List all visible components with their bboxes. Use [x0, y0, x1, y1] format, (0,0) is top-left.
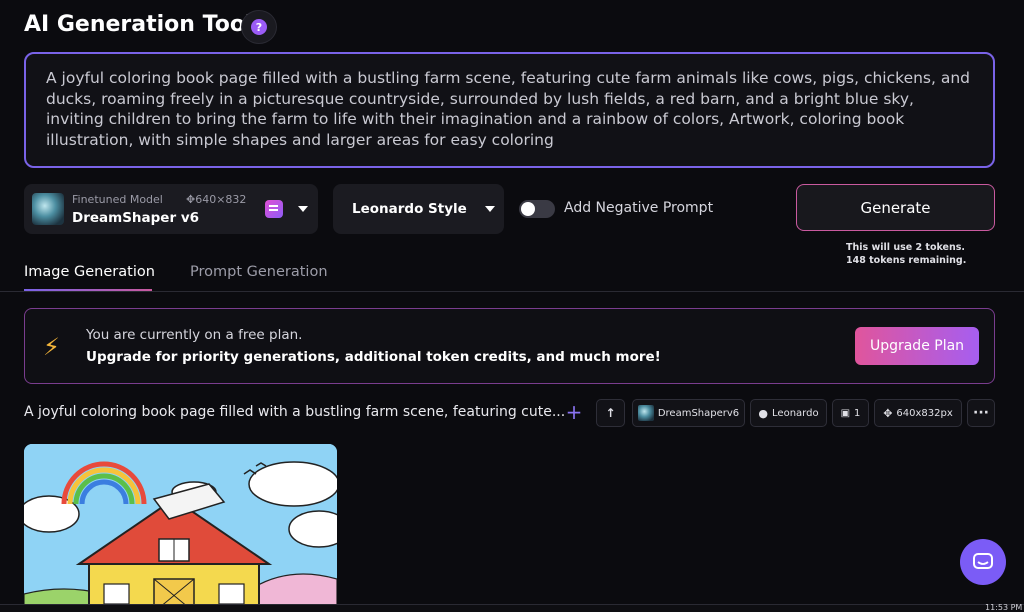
tab-image-generation[interactable]: Image Generation: [24, 264, 155, 280]
banner-upgrade-text: Upgrade for priority generations, additi…: [86, 349, 661, 365]
model-details-icon[interactable]: [265, 200, 283, 218]
question-icon: ?: [251, 19, 267, 35]
plus-icon[interactable]: +: [565, 401, 583, 423]
model-thumbnail: [32, 193, 64, 225]
negative-prompt-label: Add Negative Prompt: [564, 200, 714, 216]
more-options-button[interactable]: ···: [967, 399, 995, 427]
style-chip[interactable]: ● Leonardo: [750, 399, 827, 427]
negative-prompt-toggle[interactable]: [519, 200, 555, 218]
os-taskbar: [0, 604, 1024, 612]
size-chip-label: 640x832px: [896, 407, 953, 419]
tokens-remaining: 148 tokens remaining.: [846, 255, 967, 266]
style-chip-label: Leonardo: [772, 407, 819, 419]
model-chip-label: DreamShaperv6: [657, 407, 740, 419]
chat-icon: [973, 553, 993, 569]
ellipsis-icon: ···: [973, 405, 989, 421]
chevron-down-icon[interactable]: [485, 206, 495, 212]
model-dimensions: ✥640×832: [186, 193, 246, 206]
size-chip[interactable]: ✥ 640x832px: [874, 399, 962, 427]
model-chip[interactable]: DreamShaperv6: [632, 399, 745, 427]
tab-prompt-generation[interactable]: Prompt Generation: [190, 264, 328, 280]
token-info: This will use 2 tokens. 148 tokens remai…: [846, 241, 966, 267]
drop-icon: ●: [758, 406, 769, 420]
token-cost: This will use 2 tokens.: [846, 242, 966, 253]
generate-button[interactable]: Generate: [796, 184, 995, 231]
upload-button[interactable]: ↑: [596, 399, 625, 427]
help-button[interactable]: ?: [241, 10, 277, 44]
banner-plan-text: You are currently on a free plan.: [86, 327, 303, 343]
generated-image[interactable]: [24, 444, 337, 612]
move-icon: ✥: [186, 193, 196, 206]
model-selector[interactable]: Finetuned Model ✥640×832 DreamShaper v6: [24, 184, 318, 234]
farm-coloring-illustration: [24, 444, 337, 612]
image-icon: ▣: [840, 407, 851, 419]
style-selector[interactable]: Leonardo Style: [333, 184, 504, 234]
lightning-icon: ⚡: [43, 333, 60, 361]
tabs-divider: [0, 291, 1024, 292]
chat-support-button[interactable]: [960, 539, 1006, 585]
page-title: AI Generation Tool: [24, 12, 253, 37]
model-name: DreamShaper v6: [72, 210, 200, 226]
chevron-down-icon[interactable]: [298, 206, 308, 212]
model-caption: Finetuned Model: [72, 193, 163, 206]
style-label: Leonardo Style: [352, 201, 467, 217]
move-icon: ✥: [883, 406, 893, 420]
toggle-knob: [521, 202, 535, 216]
prompt-input[interactable]: A joyful coloring book page filled with …: [24, 52, 995, 168]
free-plan-banner: ⚡ You are currently on a free plan. Upgr…: [24, 308, 995, 384]
generation-prompt-preview: A joyful coloring book page filled with …: [24, 404, 566, 420]
taskbar-clock: 11:53 PM: [985, 603, 1023, 612]
model-thumbnail: [637, 405, 654, 421]
model-dimensions-text: 640×832: [195, 193, 247, 206]
count-chip-label: 1: [854, 407, 861, 419]
count-chip[interactable]: ▣ 1: [832, 399, 869, 427]
upgrade-plan-button[interactable]: Upgrade Plan: [855, 327, 979, 365]
arrow-up-icon: ↑: [605, 406, 616, 420]
